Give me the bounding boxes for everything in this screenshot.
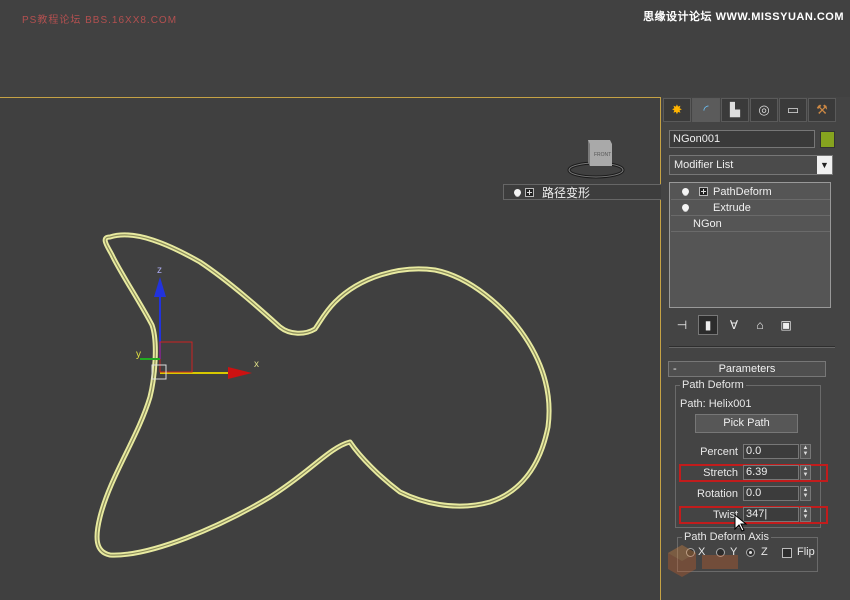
modifier-list-dropdown[interactable]: Modifier List	[669, 155, 833, 175]
show-end-result-icon[interactable]: ▮	[698, 315, 718, 335]
spline-inner	[96, 234, 550, 556]
percent-label: Percent	[700, 446, 738, 458]
flip-checkbox[interactable]	[782, 548, 792, 558]
axis-y-label: y	[136, 349, 141, 360]
object-color-swatch[interactable]	[820, 131, 835, 148]
stack-item-label: Extrude	[713, 201, 751, 214]
object-name-field[interactable]: NGon001	[669, 130, 815, 148]
stack-item-extrude[interactable]: Extrude	[671, 200, 830, 216]
percent-field[interactable]: 0.0	[743, 444, 799, 459]
percent-spinner-icon[interactable]: ▲ ▼	[800, 444, 811, 459]
configure-modifier-sets-icon[interactable]: ▣	[776, 315, 796, 335]
stretch-spinner-icon[interactable]: ▲ ▼	[800, 465, 811, 480]
utilities-tab-icon[interactable]: ⚒	[808, 98, 836, 122]
mouse-cursor-icon	[734, 514, 748, 532]
expand-icon	[525, 187, 534, 197]
deformed-spline-object[interactable]: z y x	[0, 97, 661, 600]
parameters-rollout-header[interactable]: - Parameters	[668, 361, 826, 377]
rollout-collapse-toggle[interactable]: -	[673, 362, 677, 376]
stack-item-label: PathDeform	[713, 185, 772, 198]
modifier-stack: PathDeform Extrude NGon	[669, 182, 831, 308]
panel-divider	[669, 346, 835, 348]
stack-toolbar: ⊣ ▮ ∀ ⌂ ▣	[672, 314, 832, 336]
axis-z-label: Z	[761, 546, 768, 558]
twist-field[interactable]: 347|	[743, 507, 799, 522]
pin-stack-icon[interactable]: ⊣	[672, 315, 692, 335]
rotation-label: Rotation	[697, 488, 738, 500]
lightbulb-icon[interactable]	[682, 204, 689, 211]
stack-item-ngon[interactable]: NGon	[671, 216, 830, 232]
popup-label: 路径变形	[542, 185, 591, 200]
watermark-top-right: 思缘设计论坛 WWW.MISSYUAN.COM	[643, 11, 844, 23]
create-tab-icon[interactable]: ✸	[663, 98, 691, 122]
stretch-field[interactable]: 6.39	[743, 465, 799, 480]
spline-outer	[94, 232, 552, 558]
twist-label: Twist	[712, 509, 738, 521]
viewcube[interactable]: FRONT	[566, 136, 626, 180]
rollout-title: Parameters	[718, 363, 776, 375]
make-unique-icon[interactable]: ∀	[724, 315, 744, 335]
stack-item-label: NGon	[693, 217, 722, 230]
modify-tab-icon[interactable]: ◜	[692, 98, 720, 122]
stretch-label: Stretch	[703, 467, 738, 479]
modifier-tooltip-popup: 路径变形	[503, 184, 667, 200]
motion-tab-icon[interactable]: ◎	[750, 98, 778, 122]
watermark-top-left: PS教程论坛 BBS.16XX8.COM	[22, 15, 178, 26]
chevron-down-icon[interactable]: ▼	[817, 156, 832, 174]
path-deform-group-title: Path Deform	[680, 379, 746, 391]
pick-path-button[interactable]: Pick Path	[695, 414, 798, 433]
axis-z-radio[interactable]	[746, 548, 755, 557]
rotation-spinner-icon[interactable]: ▲ ▼	[800, 486, 811, 501]
rotation-field[interactable]: 0.0	[743, 486, 799, 501]
twist-spinner-icon[interactable]: ▲ ▼	[800, 507, 811, 522]
main-toolbar-area: PS教程论坛 BBS.16XX8.COM 思缘设计论坛 WWW.MISSYUAN…	[0, 0, 850, 97]
axis-z-label: z	[157, 265, 162, 276]
watermark-logo	[668, 545, 738, 577]
remove-modifier-icon[interactable]: ⌂	[750, 315, 770, 335]
viewcube-face-label: FRONT	[594, 152, 611, 158]
hierarchy-tab-icon[interactable]: ▙	[721, 98, 749, 122]
axis-x-label: x	[254, 359, 259, 370]
flip-label: Flip	[797, 546, 815, 558]
path-name-label: Path: Helix001	[680, 398, 752, 410]
display-tab-icon[interactable]: ▭	[779, 98, 807, 122]
command-panel-tabs: ✸ ◜ ▙ ◎ ▭ ⚒	[663, 98, 838, 122]
stack-item-pathdeform[interactable]: PathDeform	[671, 184, 830, 200]
expand-icon[interactable]	[699, 187, 708, 196]
lightbulb-icon[interactable]	[682, 188, 689, 195]
lightbulb-icon	[514, 188, 521, 196]
